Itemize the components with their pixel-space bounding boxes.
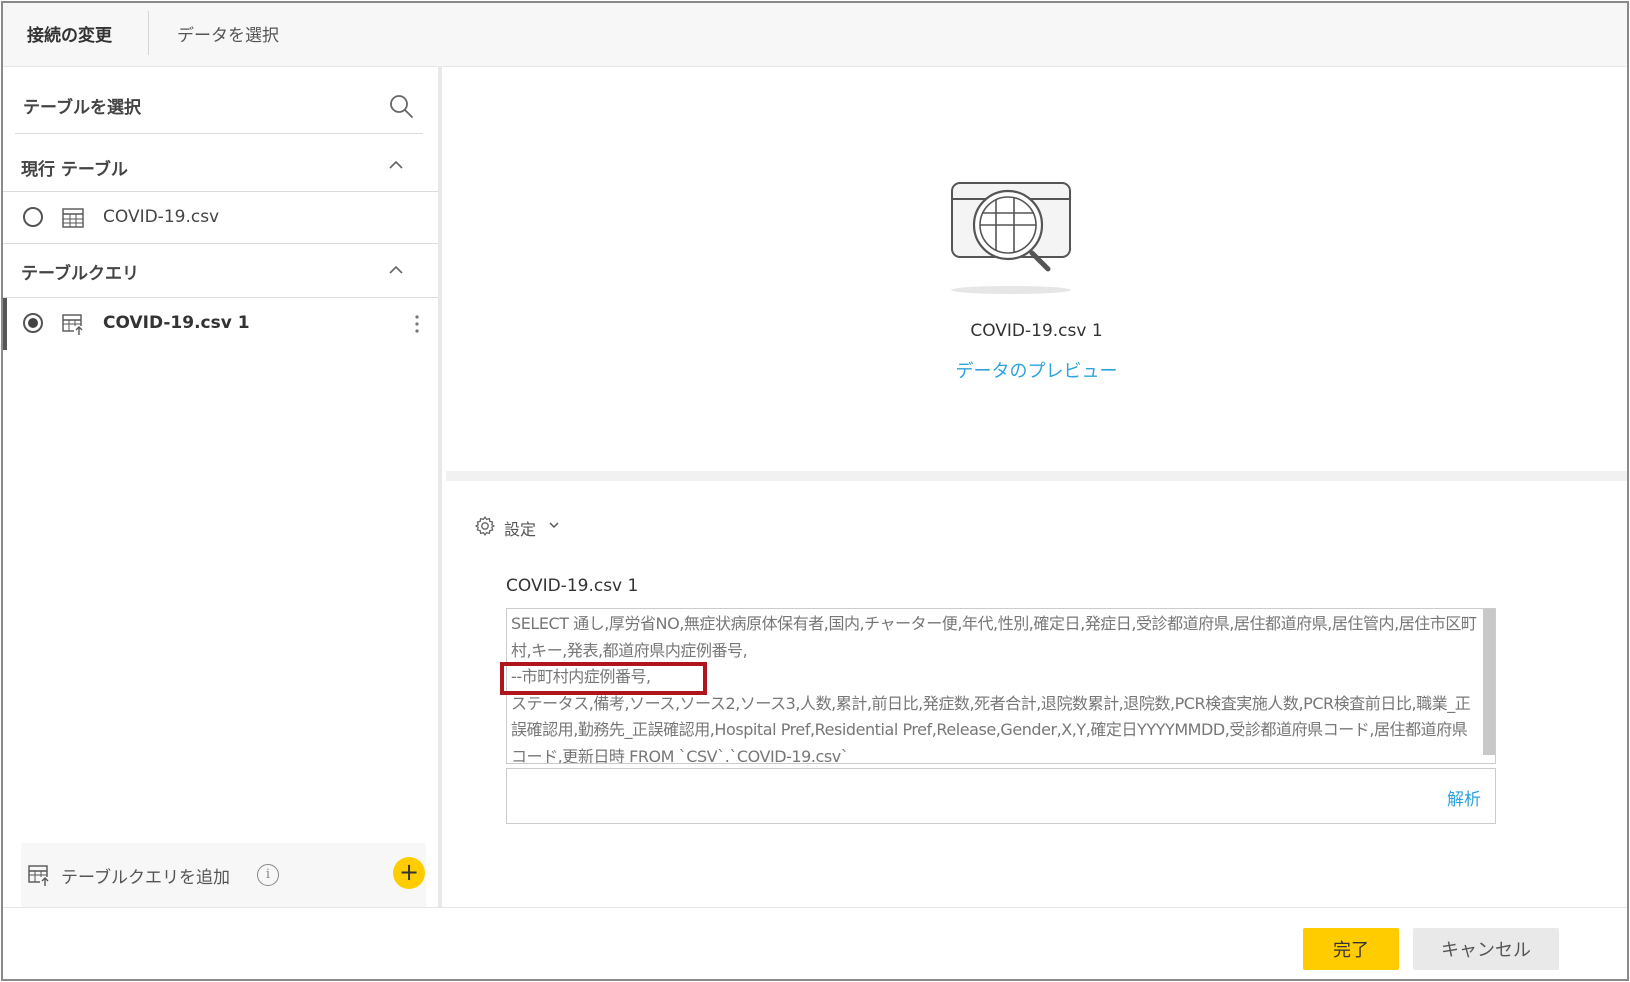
dialog-frame: 接続の変更 データを選択 テーブルを選択 現行 テーブル COVID-19.cs…: [1, 1, 1629, 981]
sql-line: ステータス,備考,ソース,ソース2,ソース3,人数,累計,前日比,発症数,死者合…: [511, 693, 1471, 764]
sql-line: SELECT 通し,厚労省NO,無症状病原体保有者,国内,チャーター便,年代,性…: [511, 614, 1477, 660]
dialog-header: 接続の変更 データを選択: [3, 3, 1627, 67]
add-table-query-label[interactable]: テーブルクエリを追加: [61, 863, 230, 888]
table-query-radio[interactable]: [23, 313, 43, 333]
dialog-footer: 完了 キャンセル: [3, 907, 1627, 979]
query-settings-area: 設定 COVID-19.csv 1 SELECT 通し,厚労省NO,無症状病原体…: [446, 491, 1627, 907]
chevron-down-icon: [549, 522, 559, 529]
add-table-query-bar: テーブルクエリを追加 i +: [21, 843, 426, 907]
search-icon[interactable]: [388, 93, 414, 119]
table-query-icon: [28, 865, 50, 887]
analyze-bar: 解析: [506, 768, 1496, 824]
done-button[interactable]: 完了: [1303, 928, 1399, 970]
active-indicator: [3, 298, 7, 350]
query-name-label: COVID-19.csv 1: [506, 576, 639, 596]
data-preview-area: COVID-19.csv 1 データのプレビュー: [446, 67, 1627, 481]
select-table-title: テーブルを選択: [23, 98, 141, 118]
cancel-button[interactable]: キャンセル: [1413, 928, 1559, 970]
current-table-section-title: 現行 テーブル: [21, 160, 128, 180]
table-radio[interactable]: [23, 207, 43, 227]
more-options-icon[interactable]: [414, 314, 420, 334]
divider: [3, 243, 438, 244]
annotation-highlight-box: [500, 662, 707, 695]
list-item-current-table[interactable]: COVID-19.csv: [3, 192, 438, 244]
header-divider: [148, 11, 149, 55]
list-item-label: COVID-19.csv 1: [103, 313, 250, 333]
analyze-link[interactable]: 解析: [1447, 785, 1481, 810]
preview-table-name: COVID-19.csv 1: [970, 321, 1103, 341]
data-preview-link[interactable]: データのプレビュー: [446, 357, 1627, 383]
table-icon: [62, 208, 84, 228]
editor-scrollbar[interactable]: [1483, 609, 1495, 755]
divider: [15, 133, 423, 134]
settings-label: 設定: [504, 520, 537, 539]
chevron-up-icon[interactable]: [387, 264, 405, 276]
add-table-query-button[interactable]: +: [393, 857, 425, 889]
info-icon[interactable]: i: [257, 864, 279, 886]
tab-change-connection[interactable]: 接続の変更: [27, 21, 112, 46]
table-magnifier-icon: [951, 182, 1071, 294]
list-item-table-query[interactable]: COVID-19.csv 1: [3, 298, 438, 350]
table-query-section-title: テーブルクエリ: [21, 264, 139, 284]
table-query-icon: [62, 314, 84, 336]
list-item-label: COVID-19.csv: [103, 207, 220, 227]
gear-icon: [475, 516, 495, 536]
tab-select-data[interactable]: データを選択: [177, 21, 279, 46]
table-select-panel: テーブルを選択 現行 テーブル COVID-19.csv テーブルクエリ COV…: [3, 67, 442, 907]
chevron-up-icon[interactable]: [387, 159, 405, 171]
